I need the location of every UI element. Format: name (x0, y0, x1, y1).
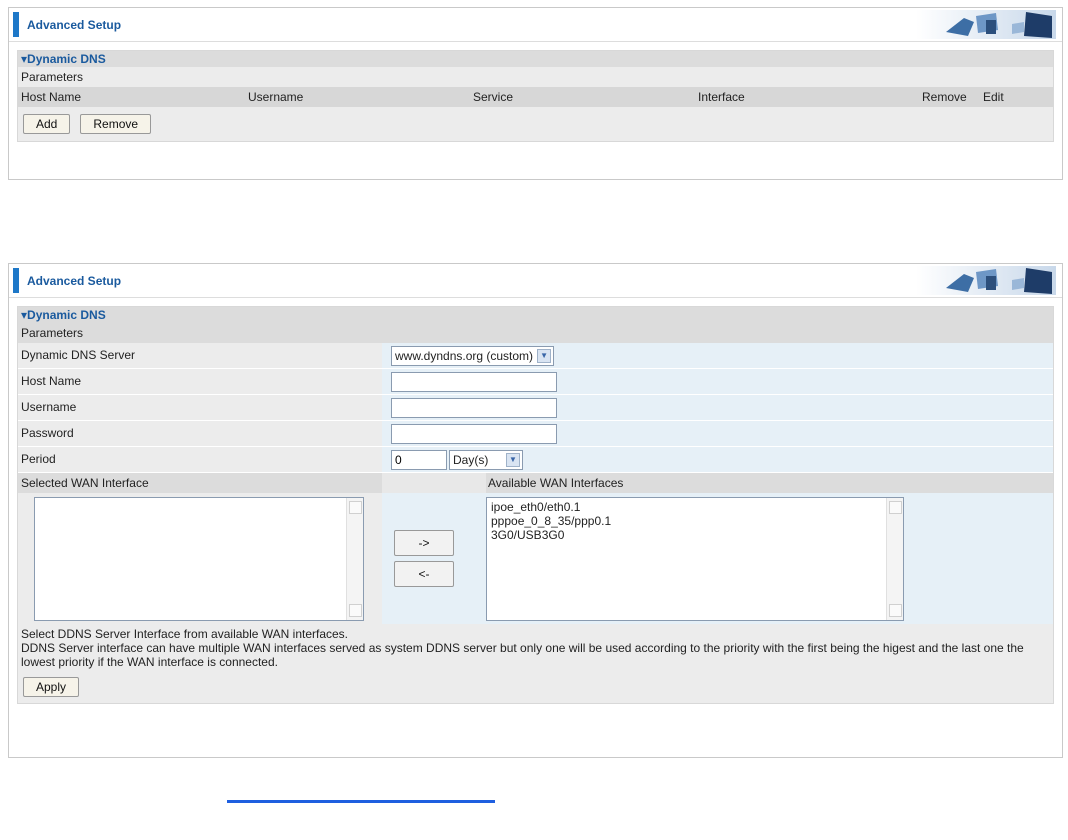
period-label: Period (18, 447, 382, 472)
list-item[interactable]: 3G0/USB3G0 (491, 528, 899, 542)
header-accent-bar (13, 268, 19, 293)
dynamic-dns-section: ▾Dynamic DNS Parameters Dynamic DNS Serv… (17, 306, 1054, 704)
hostname-input[interactable] (391, 371, 557, 392)
col-username: Username (248, 90, 304, 104)
selected-wan-label: Selected WAN Interface (21, 476, 149, 490)
scroll-down-icon[interactable] (889, 604, 902, 617)
ddns-server-select[interactable]: www.dyndns.org (custom) ▼ (391, 345, 555, 366)
help-note-line1: Select DDNS Server Interface from availa… (21, 627, 349, 641)
hostname-row: Host Name (18, 369, 1053, 394)
ddns-list-panel: Advanced Setup ▾Dynamic DNS Parameters H… (8, 7, 1063, 180)
section-title[interactable]: ▾Dynamic DNS (18, 51, 1053, 67)
list-item[interactable]: ipoe_eth0/eth0.1 (491, 500, 899, 514)
button-row: Add Remove (18, 107, 1053, 141)
help-note-line2: DDNS Server interface can have multiple … (21, 641, 1024, 669)
password-row: Password (18, 421, 1053, 446)
section-title-label: Dynamic DNS (27, 308, 106, 322)
chevron-down-icon: ▼ (506, 452, 520, 467)
apply-row: Apply (18, 671, 1053, 703)
period-input[interactable] (391, 449, 447, 470)
remove-button[interactable]: Remove (80, 114, 152, 134)
panel-header: Advanced Setup (9, 264, 1062, 298)
panel-header: Advanced Setup (9, 8, 1062, 42)
ddns-config-panel: Advanced Setup ▾Dynamic DNS Parameters D… (8, 263, 1063, 758)
page-title: Advanced Setup (27, 18, 122, 32)
dynamic-dns-section: ▾Dynamic DNS Parameters Host Name Userna… (17, 50, 1054, 142)
username-label: Username (18, 395, 382, 420)
add-interface-button[interactable]: -> (394, 530, 454, 556)
ddns-table-header: Host Name Username Service Interface Rem… (18, 87, 1053, 107)
selected-wan-listbox[interactable] (34, 497, 364, 621)
parameters-label: Parameters (18, 323, 1053, 343)
page-title: Advanced Setup (27, 274, 122, 288)
wan-selection-area: -> <- ipoe_eth0/eth0.1 pppoe_0_8_35/ppp0… (18, 493, 1053, 624)
section-title[interactable]: ▾Dynamic DNS (18, 307, 1053, 323)
hostname-label: Host Name (18, 369, 382, 394)
parameters-label: Parameters (18, 67, 1053, 87)
header-logo-icon (916, 266, 1056, 295)
add-button[interactable]: Add (23, 114, 71, 134)
server-row: Dynamic DNS Server www.dyndns.org (custo… (18, 343, 1053, 368)
period-unit-value: Day(s) (453, 452, 489, 467)
scrollbar[interactable] (346, 498, 363, 620)
server-label: Dynamic DNS Server (18, 343, 382, 368)
underline-link-bar[interactable] (227, 800, 495, 803)
col-host-name: Host Name (21, 90, 82, 104)
col-interface: Interface (698, 90, 745, 104)
section-title-label: Dynamic DNS (27, 52, 106, 66)
col-remove: Remove (922, 90, 967, 104)
remove-interface-button[interactable]: <- (394, 561, 454, 587)
username-row: Username (18, 395, 1053, 420)
header-logo-icon (916, 10, 1056, 39)
ddns-server-value: www.dyndns.org (custom) (395, 348, 534, 363)
period-row: Period Day(s) ▼ (18, 447, 1053, 472)
scrollbar[interactable] (886, 498, 903, 620)
help-note: Select DDNS Server Interface from availa… (18, 624, 1053, 671)
scroll-down-icon[interactable] (349, 604, 362, 617)
scroll-up-icon[interactable] (889, 501, 902, 514)
col-service: Service (473, 90, 514, 104)
username-input[interactable] (391, 397, 557, 418)
col-edit: Edit (983, 90, 1004, 104)
available-wan-label: Available WAN Interfaces (488, 476, 624, 490)
password-label: Password (18, 421, 382, 446)
password-input[interactable] (391, 423, 557, 444)
header-accent-bar (13, 12, 19, 37)
apply-button[interactable]: Apply (23, 677, 80, 697)
available-wan-listbox[interactable]: ipoe_eth0/eth0.1 pppoe_0_8_35/ppp0.1 3G0… (486, 497, 904, 621)
list-item[interactable]: pppoe_0_8_35/ppp0.1 (491, 514, 899, 528)
wan-header-row: Selected WAN Interface Available WAN Int… (18, 473, 1053, 493)
period-unit-select[interactable]: Day(s) ▼ (449, 449, 523, 470)
chevron-down-icon: ▼ (537, 348, 552, 363)
scroll-up-icon[interactable] (349, 501, 362, 514)
